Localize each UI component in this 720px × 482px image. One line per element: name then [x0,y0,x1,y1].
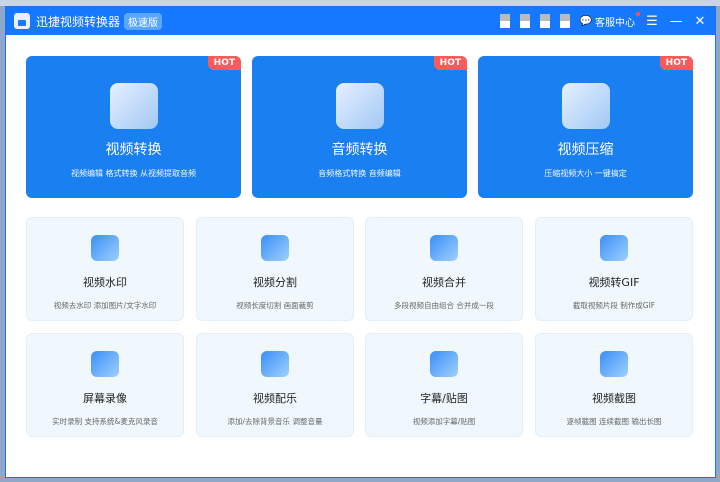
user-info-blurred[interactable] [499,14,510,28]
app-title: 迅捷视频转换器 [36,14,121,29]
feature-title: 视频转换 [105,142,162,158]
tool-icon [430,235,458,261]
tool-icon [91,235,119,261]
tool-title: 视频转GIF [588,276,640,289]
tool-desc: 视频去水印 添加图片/文字水印 [53,301,157,310]
user-info-blurred[interactable] [559,14,570,28]
tool-desc: 逐帧截图 连续截图 输出长图 [566,417,662,426]
menu-icon[interactable]: ☰ [645,14,659,29]
feature-title: 音频转换 [331,142,388,158]
tool-title: 视频合并 [422,276,466,289]
app-logo-icon [14,13,30,29]
tool-card[interactable]: 字幕/贴图视频添加字幕/贴图 [365,333,523,437]
tool-card[interactable]: 视频分割视频长度切割 画面裁剪 [196,217,354,321]
feature-card[interactable]: HOT 音频转换音频格式转换 音频编辑 [252,56,467,198]
tool-title: 视频水印 [83,276,127,289]
tool-title: 屏幕录像 [83,392,127,405]
tool-desc: 截取视频片段 制作成GIF [572,301,656,310]
user-info-blurred[interactable] [519,14,530,28]
tool-title: 视频分割 [253,276,297,289]
title-bar: 迅捷视频转换器 极速版 💬 客服中心 ☰ — ✕ [6,7,715,35]
tool-card[interactable]: 视频截图逐帧截图 连续截图 输出长图 [535,333,693,437]
tool-card[interactable]: 视频合并多段视频自由组合 合并成一段 [365,217,523,321]
tool-icon [430,351,458,377]
tool-icon [91,351,119,377]
tool-card[interactable]: 视频配乐添加/去除背景音乐 调整音量 [196,333,354,437]
feature-card[interactable]: HOT 视频压缩压缩视频大小 一键搞定 [478,56,693,198]
chat-icon: 💬 [579,15,592,27]
tool-desc: 多段视频自由组合 合并成一段 [394,301,494,310]
feature-card[interactable]: HOT 视频转换视频编辑 格式转换 从视频提取音频 [26,56,241,198]
hot-badge: HOT [433,56,467,70]
feature-desc: 压缩视频大小 一键搞定 [544,169,627,178]
edition-badge: 极速版 [124,12,163,30]
hot-badge: HOT [207,56,241,70]
tool-desc: 视频添加字幕/贴图 [412,417,476,426]
feature-desc: 音频格式转换 音频编辑 [318,169,401,178]
close-icon[interactable]: ✕ [693,14,707,29]
app-window: 迅捷视频转换器 极速版 💬 客服中心 ☰ — ✕ HOT 视频转换视频编辑 格式转换… [5,6,716,478]
feature-desc: 视频编辑 格式转换 从视频提取音频 [70,169,197,178]
feature-icon [561,83,610,129]
customer-service-label: 客服中心 [595,17,635,29]
hot-badge: HOT [659,56,693,70]
tool-card[interactable]: 视频转GIF 截取视频片段 制作成GIF [535,217,693,321]
tool-desc: 视频长度切割 画面裁剪 [236,301,314,310]
feature-icon [335,83,384,129]
tool-desc: 添加/去除背景音乐 调整音量 [227,417,323,426]
customer-service-button[interactable]: 💬 客服中心 [579,11,640,29]
tool-title: 视频截图 [592,392,636,405]
tool-title: 视频配乐 [253,392,297,405]
tool-icon [600,351,628,377]
minimize-icon[interactable]: — [669,14,683,29]
feature-icon [109,83,158,129]
tool-icon [261,351,289,377]
tool-icon [600,235,628,261]
user-info-blurred[interactable] [539,14,550,28]
tool-icon [261,235,289,261]
tool-desc: 实时录制 支持系统&麦克风录音 [52,417,158,426]
tool-card[interactable]: 屏幕录像实时录制 支持系统&麦克风录音 [26,333,184,437]
tool-card[interactable]: 视频水印视频去水印 添加图片/文字水印 [26,217,184,321]
notification-dot [636,11,640,16]
tool-title: 字幕/贴图 [420,392,468,405]
feature-title: 视频压缩 [557,142,614,158]
